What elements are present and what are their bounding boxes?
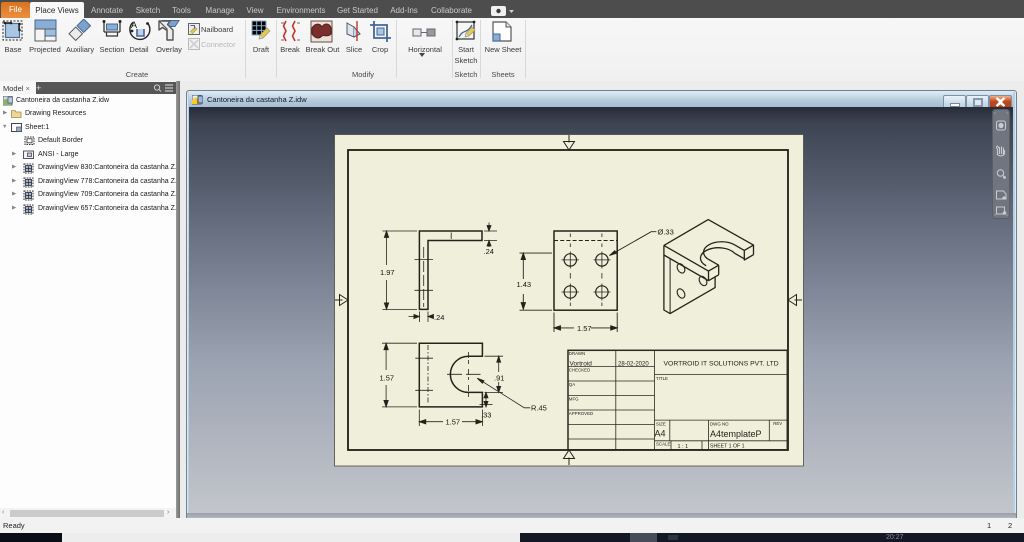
svg-text:1 : 1: 1 : 1 [678, 444, 689, 450]
svg-text:VORTROID IT SOLUTIONS PVT. LTD: VORTROID IT SOLUTIONS PVT. LTD [664, 360, 779, 367]
svg-text:A: A [131, 20, 137, 30]
svg-text:TITLE: TITLE [656, 376, 668, 381]
svg-text:DRAWN: DRAWN [569, 351, 585, 356]
svg-text:.91: .91 [494, 374, 504, 383]
svg-text:1.57: 1.57 [446, 418, 461, 427]
svg-text:28-02-2020: 28-02-2020 [618, 361, 649, 367]
svg-text:SIZE: SIZE [656, 422, 666, 427]
svg-text:REV: REV [773, 421, 782, 426]
svg-text:.24: .24 [484, 247, 494, 256]
svg-text:QA: QA [569, 382, 575, 387]
svg-text:.33: .33 [481, 411, 491, 420]
svg-text:Vortroid: Vortroid [570, 360, 593, 367]
svg-text:1.57: 1.57 [380, 374, 395, 383]
svg-text:Ø.33: Ø.33 [658, 228, 674, 237]
svg-text:APPROVED: APPROVED [569, 411, 593, 416]
svg-text:1.97: 1.97 [380, 268, 395, 277]
svg-text:SHEET 1 OF 1: SHEET 1 OF 1 [710, 444, 745, 450]
svg-text:1.43: 1.43 [517, 280, 532, 289]
svg-text:.24: .24 [434, 313, 444, 322]
svg-text:MFG: MFG [569, 397, 579, 402]
svg-text:SCALE: SCALE [656, 442, 670, 447]
svg-text:CHECKED: CHECKED [569, 368, 590, 373]
svg-text:DWG NO: DWG NO [710, 422, 729, 427]
svg-text:A4templateP: A4templateP [710, 429, 762, 439]
svg-text:A4: A4 [655, 429, 666, 439]
svg-text:1.57: 1.57 [577, 324, 592, 333]
svg-text:R.45: R.45 [531, 404, 547, 413]
